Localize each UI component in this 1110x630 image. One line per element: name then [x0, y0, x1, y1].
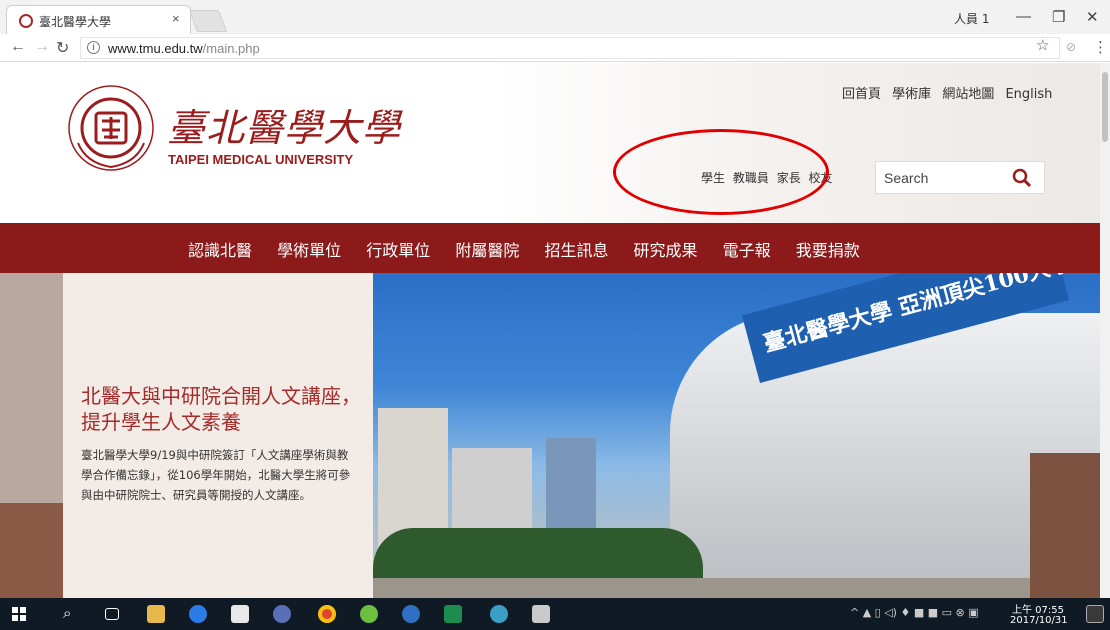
link-home[interactable]: 回首頁 — [842, 87, 881, 102]
news-summary: 臺北醫學大學9/19與中研院簽訂「人文講座學術與教學合作備忘錄」，從106學年開… — [81, 448, 351, 502]
close-tab-icon[interactable]: × — [172, 11, 180, 26]
nav-donate[interactable]: 我要捐款 — [796, 241, 860, 260]
info-icon[interactable]: i — [87, 41, 100, 54]
forward-arrow-icon[interactable]: → — [34, 38, 50, 56]
search-icon[interactable] — [1011, 167, 1033, 189]
browser-tab[interactable]: 臺北醫學大學 × — [6, 5, 191, 34]
extension-icon[interactable]: ⊘ — [1066, 40, 1076, 54]
scrollbar-thumb[interactable] — [1102, 72, 1108, 142]
search-input[interactable] — [876, 162, 1006, 193]
notification-center-icon[interactable] — [1086, 605, 1104, 623]
app-icon[interactable] — [360, 605, 378, 623]
nav-admin-units[interactable]: 行政單位 — [366, 241, 430, 260]
nav-newsletter[interactable]: 電子報 — [723, 241, 771, 260]
edge-browser-icon[interactable] — [189, 605, 207, 623]
windows-taskbar: ⌕ ^ ▲ ▯ ◁) ♦ ■ ■ ▭ ⊗ ▣ 上午 07:55 2017/10/… — [0, 598, 1110, 630]
nav-hospitals[interactable]: 附屬醫院 — [455, 241, 519, 260]
tray-icons[interactable]: ^ ▲ ▯ ◁) ♦ ■ ■ ▭ ⊗ ▣ — [850, 606, 979, 619]
nav-admissions[interactable]: 招生訊息 — [544, 241, 608, 260]
new-tab-button[interactable] — [188, 10, 228, 32]
tab-title: 臺北醫學大學 — [39, 15, 112, 29]
webpage: 臺北醫學大學 TAIPEI MEDICAL UNIVERSITY 回首頁 學術庫… — [0, 63, 1100, 598]
task-view-icon[interactable] — [105, 608, 119, 620]
url-host: www.tmu.edu.tw — [108, 41, 203, 56]
page-scrollbar[interactable] — [1100, 63, 1110, 598]
url-text[interactable]: www.tmu.edu.tw/main.php — [108, 41, 260, 56]
hero-brick-wall — [0, 503, 63, 598]
main-navbar: 認識北醫 學術單位 行政單位 附屬醫院 招生訊息 研究成果 電子報 我要捐款 — [0, 223, 1100, 273]
app-icon[interactable] — [273, 605, 291, 623]
app-icon[interactable] — [490, 605, 508, 623]
hero-banner[interactable]: 臺北醫學大學 亞洲頂尖100大學 北醫大與中研院合開人文講座，提升學生人文素養 … — [0, 273, 1100, 598]
search-icon[interactable]: ⌕ — [63, 604, 71, 622]
reload-icon[interactable]: ↻ — [56, 38, 69, 58]
browser-menu-icon[interactable]: ⋮ — [1093, 38, 1108, 56]
minimize-icon[interactable]: — — [1016, 8, 1031, 25]
maximize-icon[interactable]: ❐ — [1052, 8, 1065, 26]
app-icon[interactable] — [532, 605, 550, 623]
browser-tabstrip: 臺北醫學大學 × 人員 1 — ❐ ✕ — [0, 0, 1110, 34]
logo-english-name[interactable]: TAIPEI MEDICAL UNIVERSITY — [168, 152, 353, 167]
hero-ground — [373, 578, 1100, 598]
hero-news-area: 北醫大與中研院合開人文講座，提升學生人文素養 臺北醫學大學9/19與中研院簽訂「… — [0, 273, 373, 598]
app-icon[interactable] — [402, 605, 420, 623]
search-box — [875, 161, 1045, 194]
university-seal-logo[interactable] — [66, 83, 156, 173]
clock-time[interactable]: 上午 07:55 — [1012, 601, 1064, 616]
nav-research[interactable]: 研究成果 — [634, 241, 698, 260]
link-academic-db[interactable]: 學術庫 — [892, 87, 931, 102]
back-arrow-icon[interactable]: ← — [10, 38, 26, 56]
nav-about[interactable]: 認識北醫 — [188, 241, 252, 260]
close-window-icon[interactable]: ✕ — [1086, 8, 1099, 26]
news-headline[interactable]: 北醫大與中研院合開人文講座，提升學生人文素養 — [81, 383, 366, 435]
store-icon[interactable] — [231, 605, 249, 623]
chrome-icon[interactable] — [318, 605, 336, 623]
windows-start-icon[interactable] — [12, 607, 26, 621]
clock-date[interactable]: 2017/10/31 — [1010, 615, 1068, 626]
top-links: 回首頁 學術庫 網站地圖 English — [842, 83, 1059, 102]
browser-toolbar: ← → ↻ i www.tmu.edu.tw/main.php ☆ ⊘ ⋮ — [0, 34, 1110, 62]
nav-academic-units[interactable]: 學術單位 — [277, 241, 341, 260]
file-explorer-icon[interactable] — [147, 605, 165, 623]
excel-icon[interactable] — [444, 605, 462, 623]
url-path: /main.php — [202, 41, 260, 56]
news-panel[interactable]: 北醫大與中研院合開人文講座，提升學生人文素養 臺北醫學大學9/19與中研院簽訂「… — [63, 273, 373, 598]
bookmark-star-icon[interactable]: ☆ — [1036, 36, 1049, 54]
red-annotation-circle — [613, 129, 829, 215]
link-english[interactable]: English — [1005, 87, 1052, 102]
link-sitemap[interactable]: 網站地圖 — [942, 87, 994, 102]
hero-brick-wall — [1030, 453, 1100, 598]
address-bar[interactable]: i www.tmu.edu.tw/main.php — [80, 37, 1060, 59]
logo-chinese-name[interactable]: 臺北醫學大學 — [167, 97, 401, 152]
profile-name[interactable]: 人員 1 — [954, 10, 989, 27]
university-favicon-icon — [19, 14, 33, 28]
